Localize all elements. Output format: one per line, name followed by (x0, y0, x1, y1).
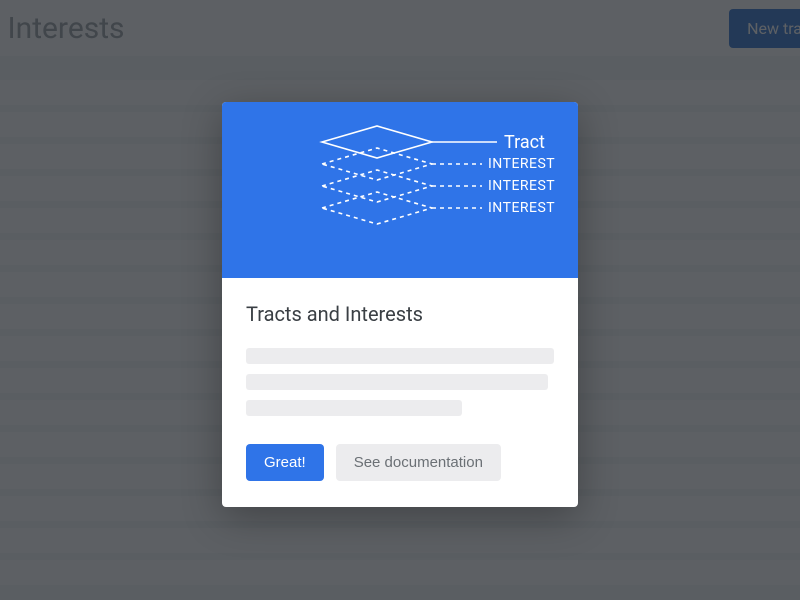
onboarding-modal: Tract INTEREST INTEREST INTEREST Tracts … (222, 102, 578, 507)
hero-label-tract: Tract (504, 132, 545, 153)
great-button[interactable]: Great! (246, 444, 324, 481)
hero-label-interest: INTEREST (488, 156, 555, 172)
skeleton-text-line (246, 374, 548, 390)
modal-body: Tracts and Interests Great! See document… (222, 278, 578, 507)
modal-hero-illustration: Tract INTEREST INTEREST INTEREST (222, 102, 578, 278)
modal-actions: Great! See documentation (246, 444, 554, 481)
hero-label-interest: INTEREST (488, 200, 555, 216)
see-documentation-button[interactable]: See documentation (336, 444, 501, 481)
modal-title: Tracts and Interests (246, 302, 554, 326)
hero-label-interest: INTEREST (488, 178, 555, 194)
skeleton-text-line (246, 348, 554, 364)
great-button-label: Great! (264, 454, 306, 471)
skeleton-text-line (246, 400, 462, 416)
see-documentation-button-label: See documentation (354, 454, 483, 471)
modal-overlay[interactable]: Tract INTEREST INTEREST INTEREST Tracts … (0, 0, 800, 600)
